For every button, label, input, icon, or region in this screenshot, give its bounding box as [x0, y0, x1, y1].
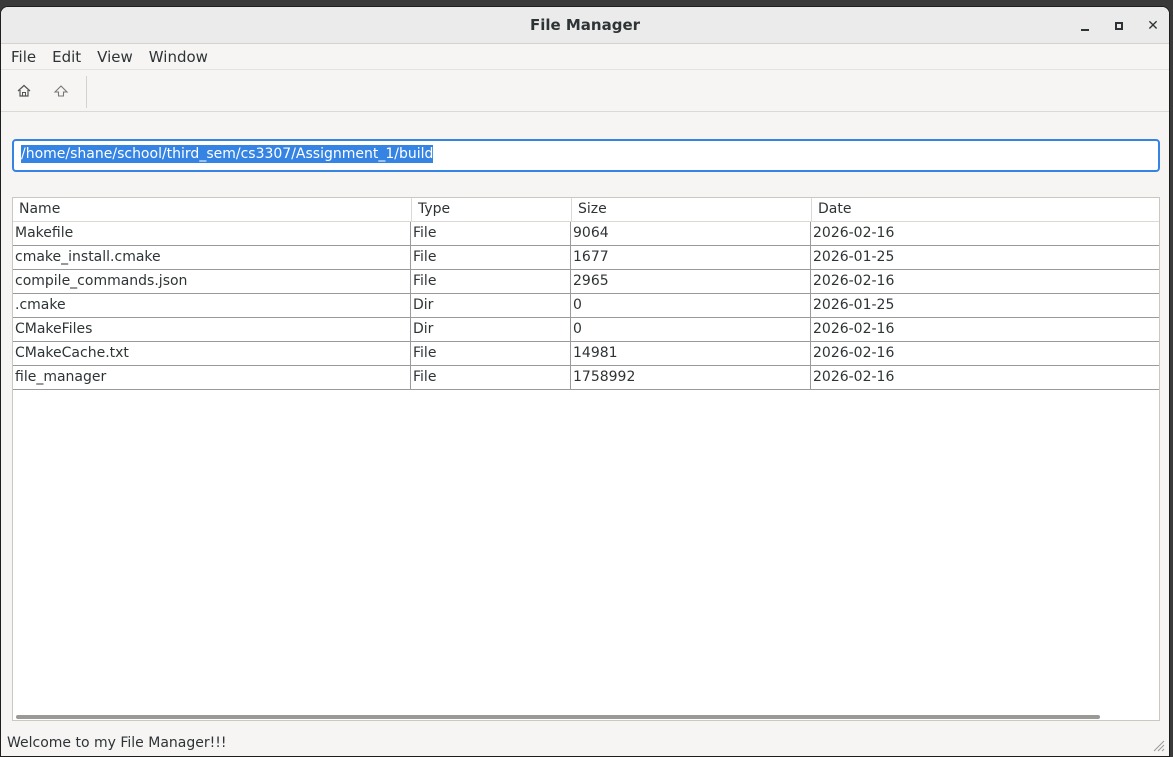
- cell-name: compile_commands.json: [13, 270, 411, 293]
- toolbar: [1, 70, 1169, 112]
- cell-size: 1758992: [571, 366, 811, 389]
- title-bar[interactable]: File Manager ✕: [1, 7, 1169, 44]
- column-header-type[interactable]: Type: [412, 198, 572, 222]
- cell-date: 2026-02-16: [813, 321, 895, 337]
- go-up-icon: [53, 85, 69, 97]
- maximize-icon: [1115, 22, 1123, 30]
- cell-date: 2026-02-16: [813, 273, 895, 289]
- path-selected-text: /home/shane/school/third_sem/cs3307/Assi…: [21, 145, 434, 163]
- table-row[interactable]: Makefile File 9064 2026-02-16: [13, 222, 1159, 246]
- menu-window[interactable]: Window: [141, 48, 216, 66]
- cell-name: CMakeFiles: [13, 318, 411, 341]
- table-row[interactable]: CMakeCache.txt File 14981 2026-02-16: [13, 342, 1159, 366]
- window-title: File Manager: [529, 16, 641, 34]
- cell-size: 2965: [571, 270, 811, 293]
- cell-type: File: [411, 222, 571, 245]
- cell-size: 0: [571, 318, 811, 341]
- table-header: Name Type Size Date: [13, 198, 1159, 222]
- column-header-size[interactable]: Size: [572, 198, 812, 222]
- cell-date: 2026-02-16: [813, 225, 895, 241]
- cell-name: file_manager: [13, 366, 411, 389]
- horizontal-scrollbar[interactable]: [16, 715, 1100, 719]
- close-button[interactable]: ✕: [1142, 15, 1164, 37]
- cell-date: 2026-02-16: [813, 345, 895, 361]
- column-header-name[interactable]: Name: [13, 198, 412, 222]
- file-manager-window: File Manager ✕ File Edit View Window /ho…: [0, 6, 1170, 757]
- cell-size: 0: [571, 294, 811, 317]
- menu-edit[interactable]: Edit: [44, 48, 89, 66]
- cell-type: Dir: [411, 318, 571, 341]
- table-row[interactable]: .cmake Dir 0 2026-01-25: [13, 294, 1159, 318]
- cell-name: cmake_install.cmake: [13, 246, 411, 269]
- menu-bar: File Edit View Window: [1, 44, 1169, 70]
- cell-size: 9064: [571, 222, 811, 245]
- close-icon: ✕: [1147, 18, 1159, 34]
- path-input[interactable]: /home/shane/school/third_sem/cs3307/Assi…: [12, 139, 1160, 172]
- cell-type: File: [411, 270, 571, 293]
- menu-view[interactable]: View: [89, 48, 141, 66]
- table-row[interactable]: CMakeFiles Dir 0 2026-02-16: [13, 318, 1159, 342]
- cell-date: 2026-01-25: [813, 249, 895, 265]
- status-bar-message: Welcome to my File Manager!!!: [7, 735, 227, 751]
- minimize-icon: [1081, 21, 1089, 31]
- go-up-button[interactable]: [49, 80, 73, 102]
- menu-file[interactable]: File: [3, 48, 44, 66]
- table-row[interactable]: file_manager File 1758992 2026-02-16: [13, 366, 1159, 390]
- cell-date: 2026-01-25: [813, 297, 895, 313]
- file-table: Name Type Size Date Makefile File 9064 2…: [12, 197, 1160, 721]
- cell-name: .cmake: [13, 294, 411, 317]
- cell-date: 2026-02-16: [813, 369, 895, 385]
- toolbar-separator: [86, 76, 87, 108]
- home-button[interactable]: [12, 80, 36, 102]
- resize-grip-icon[interactable]: [1151, 738, 1165, 752]
- cell-size: 14981: [571, 342, 811, 365]
- cell-type: Dir: [411, 294, 571, 317]
- cell-size: 1677: [571, 246, 811, 269]
- minimize-button[interactable]: [1074, 15, 1096, 37]
- maximize-button[interactable]: [1108, 15, 1130, 37]
- cell-name: Makefile: [13, 222, 411, 245]
- table-row[interactable]: cmake_install.cmake File 1677 2026-01-25: [13, 246, 1159, 270]
- cell-type: File: [411, 366, 571, 389]
- cell-name: CMakeCache.txt: [13, 342, 411, 365]
- cell-type: File: [411, 342, 571, 365]
- column-header-date[interactable]: Date: [812, 198, 1159, 222]
- cell-type: File: [411, 246, 571, 269]
- table-row[interactable]: compile_commands.json File 2965 2026-02-…: [13, 270, 1159, 294]
- home-icon: [17, 84, 31, 97]
